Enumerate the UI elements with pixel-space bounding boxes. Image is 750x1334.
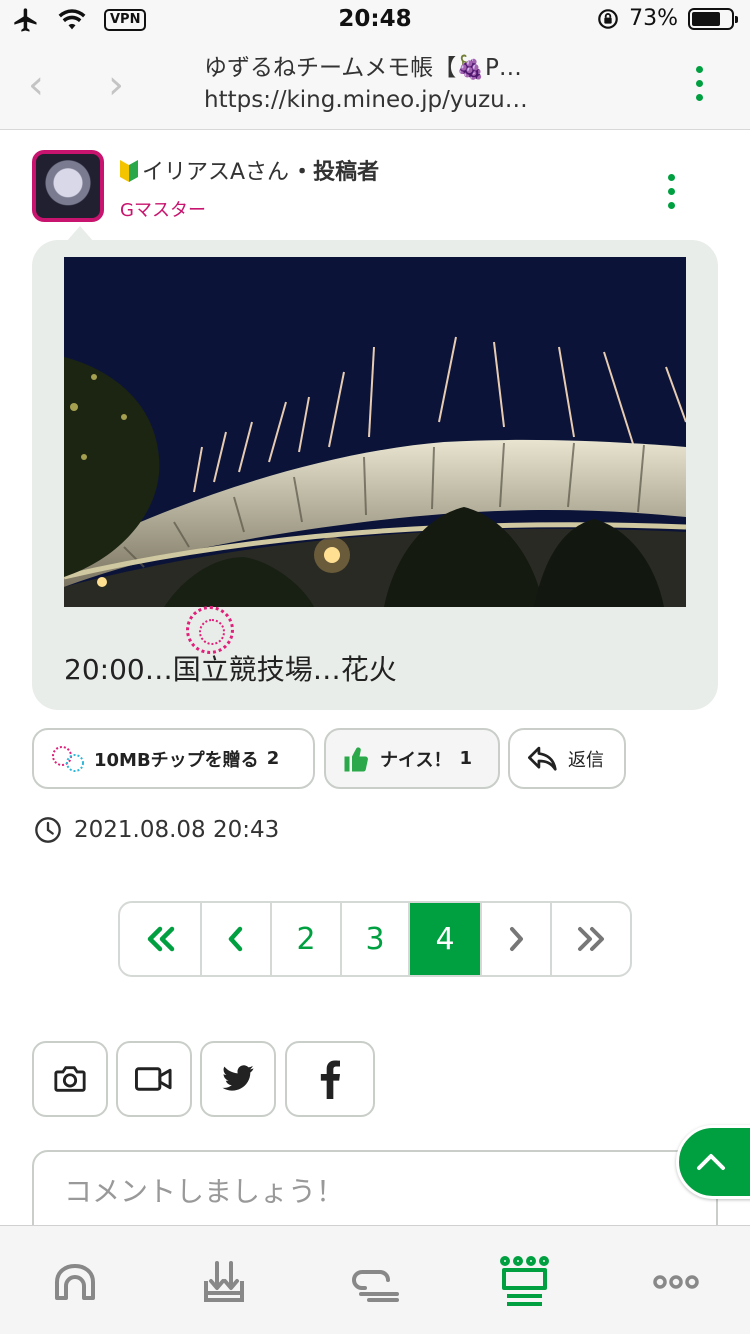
post-timestamp: 2021.08.08 20:43 — [34, 816, 279, 844]
nice-label: ナイス！ — [380, 749, 452, 771]
stadium-fireworks-image — [64, 257, 686, 607]
more-icon — [653, 1275, 699, 1289]
nice-button[interactable]: ナイス！ 1 — [324, 728, 500, 789]
camera-icon — [54, 1066, 86, 1092]
avatar[interactable] — [32, 150, 104, 222]
battery-percent: 73% — [629, 6, 678, 31]
battery-icon — [688, 7, 738, 30]
tip-button[interactable]: 10MBチップを贈る 2 — [32, 728, 315, 789]
home-icon — [55, 1264, 95, 1300]
clock-icon — [35, 817, 61, 843]
tab-home[interactable] — [49, 1256, 101, 1308]
browser-toolbar: ‹ › ゆずるねチームメモ帳【🍇P… https://king.mineo.jp… — [0, 40, 750, 130]
firework-sticker-icon — [186, 606, 234, 654]
double-chevron-right-icon — [578, 927, 604, 951]
tip-label: 10MBチップを贈る — [94, 749, 259, 771]
timestamp-text: 2021.08.08 20:43 — [74, 817, 280, 843]
page-url: https://king.mineo.jp/yuzu… — [204, 87, 528, 113]
reply-icon — [528, 746, 557, 771]
user-rank: Gマスター — [120, 200, 206, 221]
firework-icon — [52, 745, 84, 772]
post-menu-icon[interactable] — [668, 174, 675, 209]
pagination: 2 3 4 — [118, 901, 632, 977]
last-page-button[interactable] — [552, 903, 630, 975]
thumbs-up-icon — [344, 746, 368, 772]
forward-icon[interactable]: › — [108, 62, 124, 108]
twitter-icon — [222, 1065, 254, 1091]
orientation-lock-icon — [598, 8, 618, 29]
post-bubble: 20:00…国立競技場…花火 — [32, 226, 718, 710]
reply-button[interactable]: 返信 — [508, 728, 626, 789]
page-4-button[interactable]: 4 — [410, 903, 482, 975]
back-icon[interactable]: ‹ — [28, 62, 44, 108]
poster-name[interactable]: イリアスAさん ・投稿者 — [118, 154, 379, 186]
reply-label: 返信 — [568, 749, 604, 771]
prev-page-button[interactable] — [202, 903, 272, 975]
post-caption: 20:00…国立競技場…花火 — [64, 653, 397, 686]
facebook-icon — [320, 1060, 340, 1099]
author-suffix: ・投稿者 — [291, 160, 380, 185]
facebook-share-button[interactable] — [285, 1041, 375, 1117]
tab-more[interactable] — [650, 1256, 702, 1308]
first-page-button[interactable] — [120, 903, 202, 975]
video-icon — [135, 1067, 172, 1091]
chevron-left-icon — [228, 926, 243, 952]
author-name: イリアスAさん — [142, 160, 290, 185]
page-title: ゆずるねチームメモ帳【🍇P… — [204, 55, 522, 81]
chevron-right-icon — [510, 927, 523, 951]
nice-count: 1 — [459, 748, 472, 769]
tab-bar — [0, 1225, 750, 1334]
beginner-mark-icon — [120, 160, 138, 182]
video-button[interactable] — [116, 1041, 192, 1117]
status-bar: VPN 20:48 73% — [0, 0, 750, 40]
tab-board[interactable] — [350, 1256, 402, 1308]
tab-king[interactable] — [498, 1256, 550, 1308]
inbox-icon — [204, 1261, 244, 1302]
camera-button[interactable] — [32, 1041, 108, 1117]
chevron-up-icon — [697, 1154, 725, 1170]
tip-count: 2 — [266, 748, 280, 769]
next-page-button[interactable] — [482, 903, 552, 975]
tab-inbox[interactable] — [198, 1256, 250, 1308]
post-photo[interactable] — [64, 257, 686, 607]
crown-icon — [500, 1256, 549, 1306]
browser-menu-icon[interactable] — [696, 66, 703, 101]
address-bar[interactable]: ゆずるねチームメモ帳【🍇P… https://king.mineo.jp/yuz… — [204, 52, 554, 116]
page-2-button[interactable]: 2 — [272, 903, 342, 975]
double-chevron-left-icon — [147, 926, 175, 952]
board-icon — [352, 1270, 399, 1302]
page-3-button[interactable]: 3 — [342, 903, 410, 975]
scroll-to-top-button[interactable] — [676, 1125, 750, 1199]
twitter-share-button[interactable] — [200, 1041, 276, 1117]
